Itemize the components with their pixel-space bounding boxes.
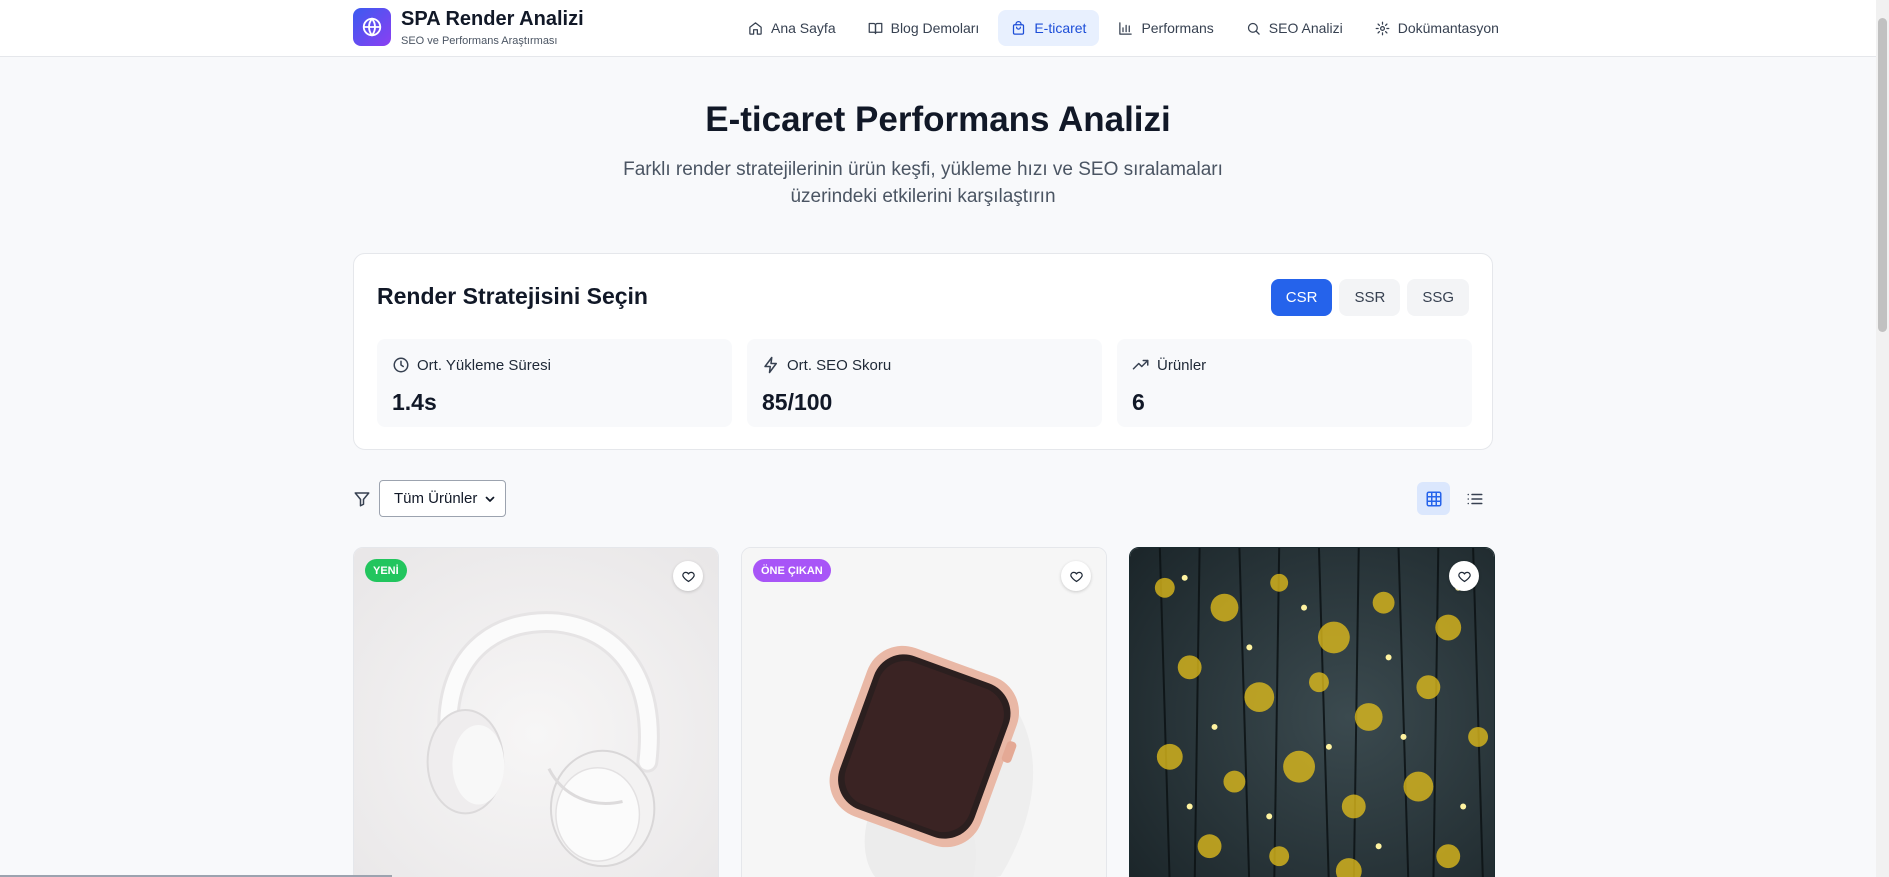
main-nav: Ana Sayfa Blog Demoları E-ticaret Perfor… <box>735 10 1512 46</box>
chevron-down-icon <box>485 496 495 502</box>
stat-value: 6 <box>1132 389 1145 415</box>
strategy-ssr-button[interactable]: SSR <box>1339 279 1401 316</box>
trending-up-icon <box>1132 359 1149 370</box>
zap-icon <box>764 356 777 374</box>
nav-item-blog[interactable]: Blog Demoları <box>855 10 993 46</box>
product-card[interactable]: YENİ <box>353 547 719 877</box>
list-view-button[interactable] <box>1458 482 1491 515</box>
bar-chart-icon <box>1119 21 1133 35</box>
strategy-title: Render Stratejisini Seçin <box>377 283 648 309</box>
clock-icon <box>393 357 409 373</box>
product-badge: ÖNE ÇIKAN <box>753 559 831 582</box>
product-filter-select[interactable]: Tüm Ürünler <box>379 480 506 517</box>
product-card[interactable]: ÖNE ÇIKAN <box>741 547 1107 877</box>
nav-item-eticaret[interactable]: E-ticaret <box>998 10 1100 46</box>
nav-label: Dokümantasyon <box>1397 20 1499 36</box>
list-icon <box>1467 493 1482 504</box>
page-subtitle: Farklı render stratejilerinin ürün keşfi… <box>623 159 1223 207</box>
top-header: SPA Render Analizi SEO ve Performans Ara… <box>0 0 1876 57</box>
nav-item-seo[interactable]: SEO Analizi <box>1233 10 1356 46</box>
favorite-button[interactable] <box>1449 561 1479 591</box>
book-icon <box>868 22 882 34</box>
home-icon <box>749 21 762 35</box>
page-title: E-ticaret Performans Analizi <box>705 100 1171 139</box>
product-image-headphones <box>354 548 718 877</box>
nav-item-ana-sayfa[interactable]: Ana Sayfa <box>735 10 849 46</box>
stat-label: Ort. SEO Skoru <box>787 356 892 374</box>
nav-label: SEO Analizi <box>1268 20 1343 36</box>
nav-label: Performans <box>1141 20 1214 36</box>
nav-label: Blog Demoları <box>890 20 980 36</box>
product-badge: YENİ <box>365 559 407 582</box>
strategy-card: Render Stratejisini Seçin CSR SSR SSG Or… <box>353 253 1493 450</box>
stat-value: 1.4s <box>392 389 437 415</box>
product-card[interactable] <box>1129 547 1495 877</box>
select-value: Tüm Ürünler <box>394 490 478 507</box>
nav-item-dokumantasyon[interactable]: Dokümantasyon <box>1362 10 1512 46</box>
grid-icon <box>1426 491 1441 506</box>
stat-value: 85/100 <box>762 389 833 415</box>
globe-logo-icon[interactable] <box>353 8 391 46</box>
nav-item-performans[interactable]: Performans <box>1105 10 1226 46</box>
heart-icon <box>681 571 695 582</box>
strategy-ssg-button[interactable]: SSG <box>1407 279 1469 316</box>
brand-title[interactable]: SPA Render Analizi <box>401 8 584 31</box>
filter-icon <box>353 490 371 508</box>
product-image-string-lights <box>1130 548 1494 877</box>
heart-icon <box>1069 571 1083 582</box>
heart-icon <box>1457 571 1471 582</box>
nav-label: E-ticaret <box>1034 20 1087 36</box>
stat-products: Ürünler 6 <box>1117 339 1472 427</box>
stat-label: Ort. Yükleme Süresi <box>417 356 551 374</box>
gear-icon <box>1375 21 1390 35</box>
scrollbar[interactable] <box>1876 0 1889 877</box>
stat-seo-score: Ort. SEO Skoru 85/100 <box>747 339 1102 427</box>
search-icon <box>1247 22 1260 35</box>
stat-load-time: Ort. Yükleme Süresi 1.4s <box>377 339 732 427</box>
brand-subtitle: SEO ve Performans Araştırması <box>401 35 558 47</box>
stat-label: Ürünler <box>1157 356 1207 374</box>
strategy-toggle-group: CSR SSR SSG <box>1270 279 1469 316</box>
favorite-button[interactable] <box>673 561 703 591</box>
shopping-bag-icon <box>1013 20 1025 35</box>
favorite-button[interactable] <box>1061 561 1091 591</box>
product-image-smartwatch <box>742 548 1106 877</box>
scrollbar-thumb[interactable] <box>1878 18 1887 332</box>
stats-row: Ort. Yükleme Süresi 1.4s Ort. SEO Skoru … <box>377 339 1472 427</box>
grid-view-button[interactable] <box>1417 482 1450 515</box>
strategy-csr-button[interactable]: CSR <box>1270 279 1333 316</box>
nav-label: Ana Sayfa <box>771 20 836 36</box>
